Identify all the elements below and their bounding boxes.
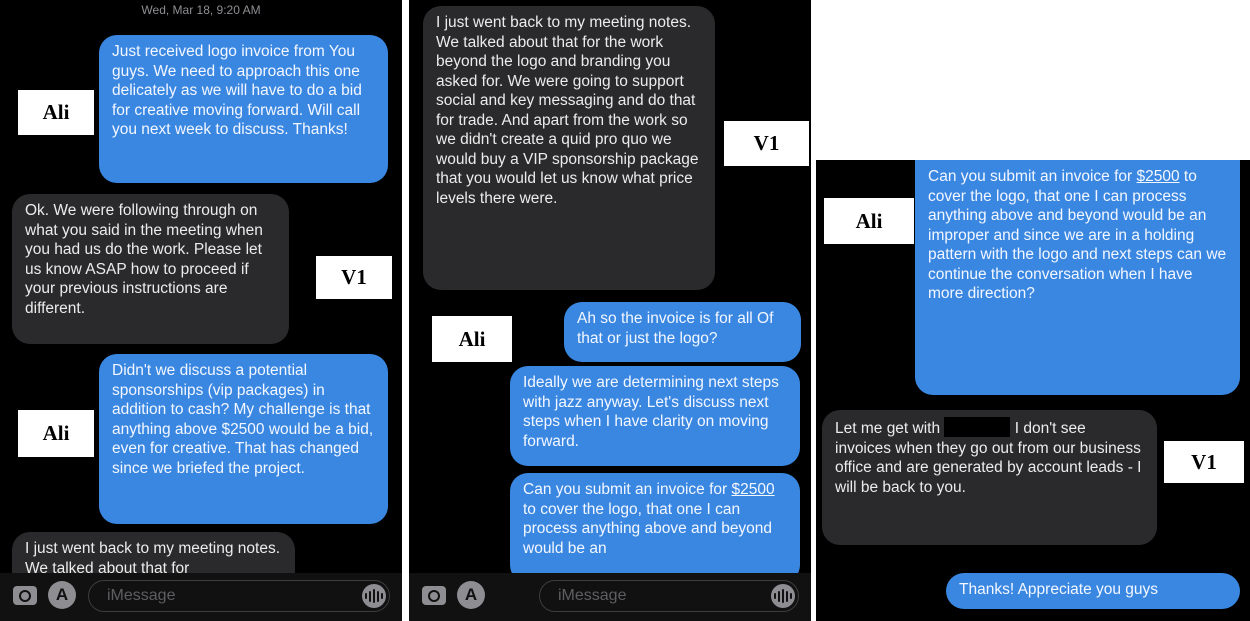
speaker-label-ali: Ali — [18, 90, 94, 135]
speaker-label-ali: Ali — [18, 410, 94, 457]
received-message[interactable]: Let me get with I don't see invoices whe… — [822, 410, 1157, 545]
sent-message[interactable]: Ideally we are determining next steps wi… — [510, 366, 800, 466]
speaker-label-v1: V1 — [316, 256, 392, 299]
received-message[interactable]: I just went back to my meeting notes. We… — [423, 6, 715, 290]
speaker-label-ali: Ali — [432, 316, 512, 362]
message-input-bar: A iMessage — [409, 573, 811, 621]
received-message[interactable]: Ok. We were following through on what yo… — [12, 194, 289, 344]
conversation-panel-1: Wed, Mar 18, 9:20 AM Just received logo … — [0, 0, 402, 621]
sent-message[interactable]: Didn't we discuss a potential sponsorshi… — [99, 354, 388, 524]
imessage-input[interactable]: iMessage — [539, 580, 799, 612]
sent-message[interactable]: Can you submit an invoice for $2500 to c… — [510, 473, 800, 583]
camera-icon[interactable] — [13, 586, 37, 605]
message-timestamp: Wed, Mar 18, 9:20 AM — [141, 3, 261, 17]
sent-message[interactable]: Just received logo invoice from You guys… — [99, 35, 388, 183]
camera-icon[interactable] — [422, 586, 446, 605]
speaker-label-ali: Ali — [824, 198, 914, 244]
app-store-icon[interactable]: A — [48, 581, 76, 609]
audio-record-icon[interactable] — [362, 584, 386, 608]
app-store-icon[interactable]: A — [457, 581, 485, 609]
message-input-bar: A iMessage — [0, 573, 402, 621]
input-placeholder: iMessage — [107, 587, 176, 604]
speaker-label-v1: V1 — [1164, 441, 1244, 483]
sent-message[interactable]: Ah so the invoice is for all Of that or … — [564, 302, 801, 362]
conversation-panel-2: I just went back to my meeting notes. We… — [409, 0, 811, 621]
sent-message[interactable]: Can you submit an invoice for $2500 to c… — [915, 160, 1240, 395]
input-placeholder: iMessage — [558, 587, 627, 604]
speaker-label-v1: V1 — [724, 121, 809, 166]
sent-message[interactable]: Thanks! Appreciate you guys — [946, 573, 1240, 609]
imessage-input[interactable]: iMessage — [88, 580, 390, 612]
audio-record-icon[interactable] — [771, 584, 795, 608]
conversation-panel-3: Can you submit an invoice for $2500 to c… — [816, 160, 1250, 621]
redacted-name — [944, 417, 1011, 437]
